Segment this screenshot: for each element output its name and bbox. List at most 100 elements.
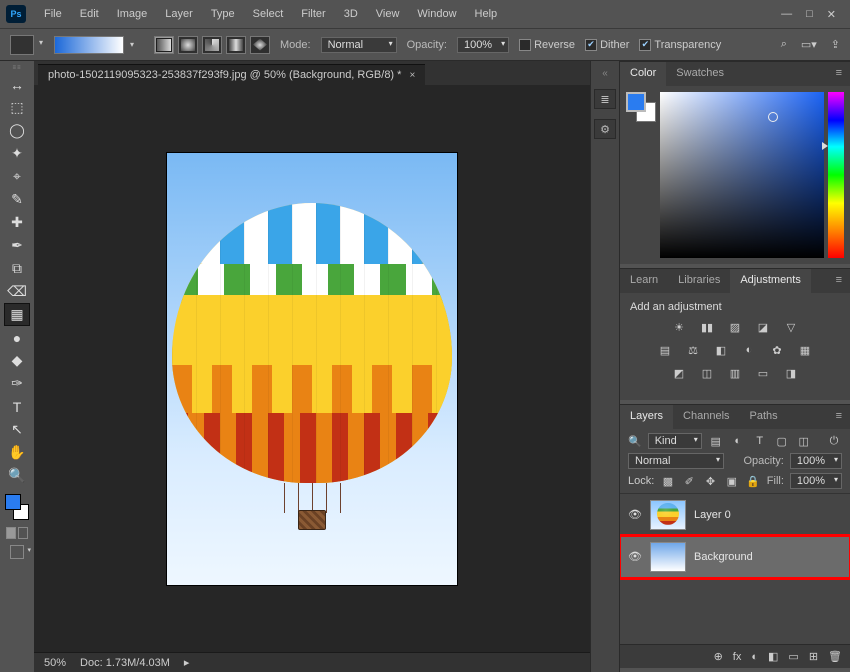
delete-layer-icon[interactable]: 🗑 (828, 650, 842, 663)
layer-filter-select[interactable]: Kind (648, 433, 702, 449)
gradient-type-radial[interactable] (178, 36, 198, 54)
window-close[interactable]: ✕ (827, 8, 836, 21)
gradient-type-angle[interactable] (202, 36, 222, 54)
gradient-type-linear[interactable] (154, 36, 174, 54)
hue-slider-thumb[interactable] (822, 142, 828, 150)
menu-3d[interactable]: 3D (336, 4, 366, 24)
gradient-preview[interactable] (54, 36, 124, 54)
tool-15[interactable]: ↖ (4, 418, 30, 441)
tool-7[interactable]: ✒ (4, 234, 30, 257)
gradient-picker-chevron[interactable]: ▾ (130, 40, 134, 49)
properties-panel-icon[interactable]: ⚙ (594, 119, 616, 139)
zoom-level[interactable]: 50% (44, 657, 66, 669)
foreground-background-swatches[interactable] (4, 493, 30, 521)
status-chevron-icon[interactable]: ▸ (184, 656, 190, 669)
visibility-toggle-icon[interactable]: 👁 (628, 508, 642, 521)
filter-smart-icon[interactable]: ◫ (796, 435, 812, 448)
adj-selective-icon[interactable]: ◨ (782, 367, 800, 380)
menu-view[interactable]: View (368, 4, 408, 24)
window-minimize[interactable]: — (781, 8, 792, 21)
tool-5[interactable]: ✎ (4, 188, 30, 211)
new-adjustment-icon[interactable]: ◧ (768, 650, 778, 663)
history-panel-icon[interactable]: ≣ (594, 89, 616, 109)
adj-invert-icon[interactable]: ◩ (670, 367, 688, 380)
opacity-select[interactable]: 100% (457, 37, 509, 53)
document-tab[interactable]: photo-1502119095323-253837f293f9.jpg @ 5… (38, 64, 425, 85)
doc-info[interactable]: Doc: 1.73M/4.03M (80, 657, 170, 669)
tool-14[interactable]: T (4, 395, 30, 418)
adj-posterize-icon[interactable]: ◫ (698, 367, 716, 380)
gradient-type-diamond[interactable] (250, 36, 270, 54)
color-field[interactable] (660, 92, 824, 258)
tool-16[interactable]: ✋ (4, 441, 30, 464)
lock-all-icon[interactable]: 🔒 (745, 475, 760, 488)
lock-paint-icon[interactable]: ✐ (682, 475, 697, 488)
layer-row[interactable]: 👁 Layer 0 (620, 494, 850, 536)
new-group-icon[interactable]: ▭ (788, 650, 798, 663)
tab-swatches[interactable]: Swatches (666, 62, 734, 86)
tool-2[interactable]: ◯ (4, 119, 30, 142)
fill-select[interactable]: 100% (790, 473, 842, 489)
canvas[interactable] (167, 153, 457, 585)
color-fgbg-swatches[interactable] (620, 86, 656, 264)
menu-edit[interactable]: Edit (72, 4, 107, 24)
panel-menu-icon[interactable]: ≡ (828, 405, 850, 429)
layer-row[interactable]: 👁 Background (620, 536, 850, 578)
adj-brightness-icon[interactable]: ☀ (670, 321, 688, 334)
filter-adjust-icon[interactable]: ◐ (730, 435, 746, 447)
layer-fx-icon[interactable]: fx (733, 651, 742, 663)
blend-mode-select[interactable]: Normal (321, 37, 397, 53)
adj-mixer-icon[interactable]: ✿ (768, 344, 786, 357)
panel-menu-icon[interactable]: ≡ (828, 269, 850, 293)
link-layers-icon[interactable]: ⊕ (714, 650, 723, 663)
filter-type-icon[interactable]: T (752, 435, 768, 447)
transparency-checkbox[interactable] (639, 39, 651, 51)
tab-channels[interactable]: Channels (673, 405, 739, 429)
menu-image[interactable]: Image (109, 4, 156, 24)
layer-name[interactable]: Layer 0 (694, 509, 731, 521)
adj-levels-icon[interactable]: ▮▮ (698, 321, 716, 334)
tool-0[interactable]: ↔ (4, 73, 30, 96)
lock-artboard-icon[interactable]: ▣ (724, 475, 739, 488)
search-icon[interactable]: ⌕ (781, 38, 787, 51)
tool-17[interactable]: 🔍 (4, 464, 30, 487)
tab-color[interactable]: Color (620, 62, 666, 86)
layer-thumbnail[interactable] (650, 542, 686, 572)
tab-paths[interactable]: Paths (740, 405, 788, 429)
tab-layers[interactable]: Layers (620, 405, 673, 429)
dock-collapse-handle[interactable] (602, 67, 608, 79)
menu-filter[interactable]: Filter (293, 4, 333, 24)
filter-shape-icon[interactable]: ▢ (774, 435, 790, 448)
reverse-checkbox[interactable] (519, 39, 531, 51)
tool-13[interactable]: ✑ (4, 372, 30, 395)
adj-hue-icon[interactable]: ▤ (656, 344, 674, 357)
menu-layer[interactable]: Layer (157, 4, 201, 24)
layer-blend-select[interactable]: Normal (628, 453, 724, 469)
lock-trans-icon[interactable]: ▩ (660, 475, 675, 488)
tool-3[interactable]: ✦ (4, 142, 30, 165)
adj-vibrance-icon[interactable]: ▽ (782, 321, 800, 334)
close-icon[interactable]: × (409, 70, 415, 81)
tool-8[interactable]: ⧉ (4, 257, 30, 280)
tools-drag-handle[interactable] (0, 65, 34, 73)
adj-balance-icon[interactable]: ⚖ (684, 344, 702, 357)
adj-bw-icon[interactable]: ◧ (712, 344, 730, 357)
tool-9[interactable]: ⌫ (4, 280, 30, 303)
dither-checkbox[interactable] (585, 39, 597, 51)
tool-11[interactable]: ● (4, 326, 30, 349)
hue-slider[interactable] (828, 92, 844, 258)
layer-mask-icon[interactable]: ◐ (751, 651, 758, 663)
layer-opacity-select[interactable]: 100% (790, 453, 842, 469)
adj-exposure-icon[interactable]: ◪ (754, 321, 772, 334)
layer-thumbnail[interactable] (650, 500, 686, 530)
tool-10[interactable]: ▦ (4, 303, 30, 326)
gradient-type-reflected[interactable] (226, 36, 246, 54)
visibility-toggle-icon[interactable]: 👁 (628, 550, 642, 563)
workspace-icon[interactable]: ▭▾ (801, 38, 817, 51)
share-icon[interactable]: ⇪ (831, 38, 840, 51)
foreground-color-swatch[interactable] (5, 494, 21, 510)
tool-6[interactable]: ✚ (4, 211, 30, 234)
tool-1[interactable]: ⬚ (4, 96, 30, 119)
tab-adjustments[interactable]: Adjustments (730, 269, 811, 293)
lock-pos-icon[interactable]: ✥ (703, 475, 718, 488)
